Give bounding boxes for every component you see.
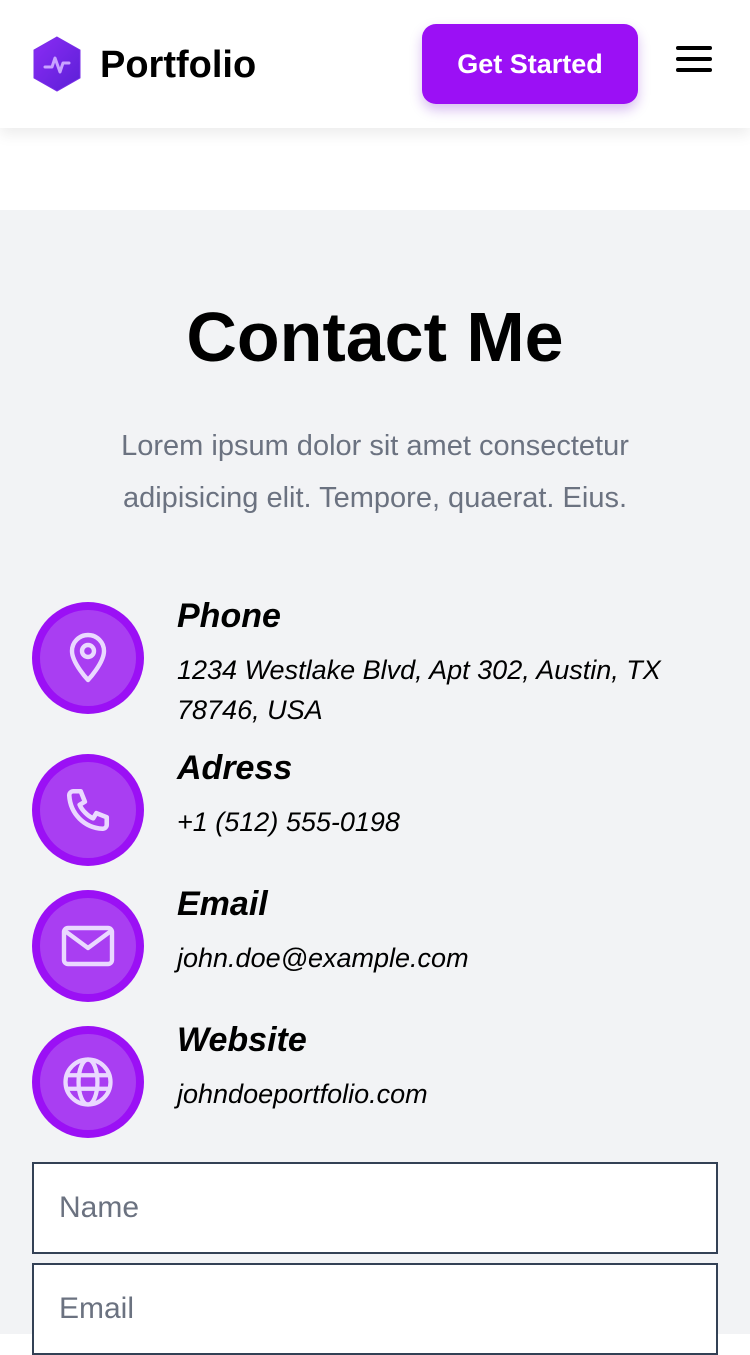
contact-item-label: Adress: [177, 749, 293, 787]
globe-icon: [63, 1057, 113, 1107]
contact-item-value: johndoeportfolio.com: [177, 1079, 428, 1109]
contact-icon-circle: [32, 1026, 144, 1138]
section-title: Contact Me: [186, 298, 564, 376]
map-pin-icon: [69, 632, 107, 683]
contact-item-label: Phone: [177, 597, 281, 635]
site-header: Portfolio Get Started: [0, 0, 750, 128]
section-intro: Lorem ipsum dolor sit amet consectetur a…: [121, 430, 629, 514]
contact-icon-circle: [32, 602, 144, 714]
contact-item-label: Website: [177, 1021, 307, 1059]
mail-icon: [61, 925, 115, 967]
contact-item-value: 1234 Westlake Blvd, Apt 302, Austin, TX …: [177, 655, 661, 725]
get-started-button[interactable]: Get Started: [422, 24, 638, 104]
contact-icon-circle: [32, 890, 144, 1002]
contact-item-value: +1 (512) 555-0198: [177, 807, 400, 837]
contact-item-value: john.doe@example.com: [177, 943, 469, 973]
phone-icon: [66, 788, 110, 832]
contact-item-label: Email: [177, 885, 268, 923]
contact-icon-circle: [32, 754, 144, 866]
email-field[interactable]: [32, 1263, 718, 1355]
contact-section: Contact Me Lorem ipsum dolor sit amet co…: [0, 210, 750, 1355]
hexagon-logo-icon[interactable]: [32, 36, 82, 92]
hamburger-menu-icon[interactable]: [676, 46, 712, 76]
brand-name[interactable]: Portfolio: [100, 42, 256, 88]
name-field[interactable]: [32, 1162, 718, 1254]
